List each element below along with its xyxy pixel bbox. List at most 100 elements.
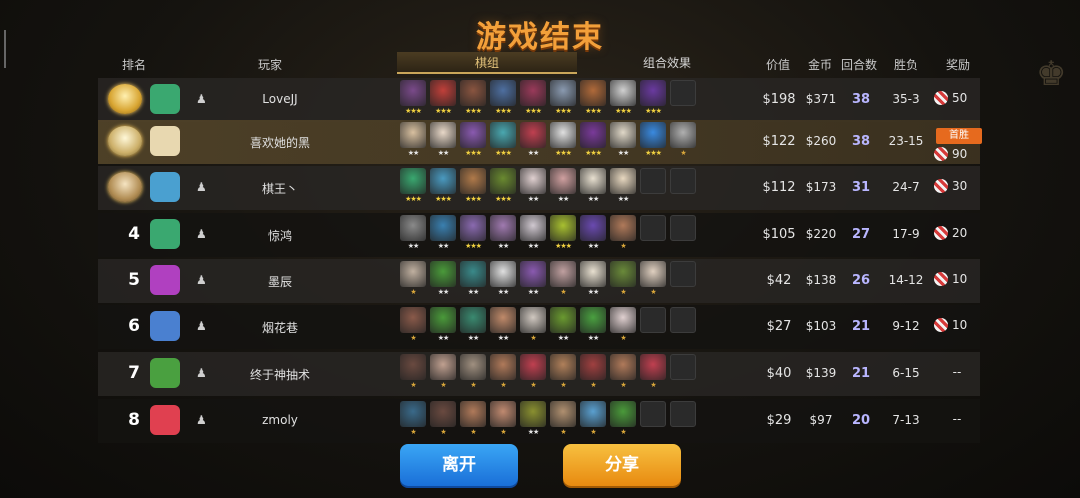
unit-icon[interactable]: ★ (640, 354, 666, 394)
tab-lineup[interactable]: 棋组 (397, 52, 577, 74)
unit-icon[interactable]: ★★★ (550, 122, 576, 162)
unit-icon[interactable]: ★★ (460, 307, 486, 347)
add-friend-icon[interactable]: ♟ (196, 413, 210, 427)
unit-icon[interactable]: ★★ (490, 261, 516, 301)
avatar[interactable] (150, 405, 180, 435)
unit-icon[interactable]: ★ (580, 401, 606, 441)
reward-amount: 90 (952, 147, 968, 161)
unit-icon[interactable]: ★★ (430, 122, 456, 162)
unit-icon[interactable]: ★★ (580, 168, 606, 208)
unit-icon[interactable]: ★ (550, 354, 576, 394)
avatar[interactable] (150, 265, 180, 295)
unit-icon[interactable]: ★★ (430, 215, 456, 255)
unit-icon[interactable]: ★★★ (400, 168, 426, 208)
empty-slot (640, 307, 666, 347)
unit-icon[interactable]: ★★ (400, 122, 426, 162)
unit-icon[interactable]: ★★ (610, 168, 636, 208)
unit-icon[interactable]: ★★★ (460, 80, 486, 120)
avatar[interactable] (150, 358, 180, 388)
unit-icon[interactable]: ★★★ (430, 80, 456, 120)
unit-icon[interactable]: ★ (610, 261, 636, 301)
avatar[interactable] (150, 219, 180, 249)
value-cell: $29 (766, 413, 792, 428)
leave-button[interactable]: 离开 (400, 444, 518, 486)
unit-icon[interactable]: ★ (430, 401, 456, 441)
unit-icon[interactable]: ★★★ (460, 122, 486, 162)
tab-synergy[interactable]: 组合效果 (577, 52, 757, 74)
unit-icon[interactable]: ★★ (610, 122, 636, 162)
add-friend-icon[interactable]: ♟ (196, 227, 210, 241)
unit-icon[interactable]: ★ (520, 354, 546, 394)
unit-icon[interactable]: ★ (550, 401, 576, 441)
share-button[interactable]: 分享 (563, 444, 681, 486)
unit-icon[interactable]: ★★★ (460, 168, 486, 208)
unit-icon[interactable]: ★★ (520, 215, 546, 255)
unit-icon[interactable]: ★★★ (640, 122, 666, 162)
unit-icon[interactable]: ★★ (430, 261, 456, 301)
unit-icon[interactable]: ★ (610, 401, 636, 441)
unit-icon[interactable]: ★★★ (550, 215, 576, 255)
unit-icon[interactable]: ★★ (490, 215, 516, 255)
star-rating: ★ (410, 334, 416, 342)
winloss-cell: 23-15 (888, 134, 924, 148)
unit-icon[interactable]: ★ (490, 401, 516, 441)
unit-icon[interactable]: ★★ (460, 261, 486, 301)
unit-icon[interactable]: ★★ (580, 307, 606, 347)
star-rating: ★ (440, 381, 446, 389)
unit-icon[interactable]: ★ (610, 354, 636, 394)
unit-icon[interactable]: ★ (430, 354, 456, 394)
add-friend-icon[interactable]: ♟ (196, 92, 210, 106)
star-rating: ★ (680, 149, 686, 157)
unit-icon[interactable]: ★ (400, 261, 426, 301)
star-rating: ★★★ (495, 107, 512, 115)
unit-icon[interactable]: ★★★ (610, 80, 636, 120)
gold-cell: $220 (805, 227, 837, 241)
avatar[interactable] (150, 311, 180, 341)
unit-icon[interactable]: ★ (610, 215, 636, 255)
unit-icon[interactable]: ★★★ (550, 80, 576, 120)
add-friend-icon[interactable]: ♟ (196, 366, 210, 380)
unit-icon[interactable]: ★★★ (490, 168, 516, 208)
unit-icon[interactable]: ★★★ (640, 80, 666, 120)
unit-icon[interactable]: ★ (400, 401, 426, 441)
unit-icon[interactable]: ★★ (580, 261, 606, 301)
unit-icon[interactable]: ★★★ (580, 80, 606, 120)
value-cell: $112 (762, 180, 796, 195)
add-friend-icon[interactable]: ♟ (196, 273, 210, 287)
unit-icon[interactable]: ★★★ (580, 122, 606, 162)
avatar[interactable] (150, 172, 180, 202)
unit-icon[interactable]: ★ (400, 354, 426, 394)
unit-icon[interactable]: ★★ (520, 168, 546, 208)
unit-icon[interactable]: ★★★ (520, 80, 546, 120)
unit-icon[interactable]: ★★★ (490, 80, 516, 120)
unit-icon[interactable]: ★ (670, 122, 696, 162)
add-friend-icon[interactable]: ♟ (196, 319, 210, 333)
unit-icon[interactable]: ★★★ (430, 168, 456, 208)
unit-icon[interactable]: ★ (490, 354, 516, 394)
unit-icon[interactable]: ★ (610, 307, 636, 347)
unit-icon[interactable]: ★ (550, 261, 576, 301)
star-rating: ★ (560, 428, 566, 436)
unit-icon[interactable]: ★★★ (460, 215, 486, 255)
unit-icon[interactable]: ★ (460, 401, 486, 441)
unit-icon[interactable]: ★★★ (490, 122, 516, 162)
unit-icon[interactable]: ★★ (520, 122, 546, 162)
unit-icon[interactable]: ★ (520, 307, 546, 347)
unit-icon[interactable]: ★★ (550, 168, 576, 208)
unit-icon[interactable]: ★★ (550, 307, 576, 347)
unit-icon[interactable]: ★★★ (400, 80, 426, 120)
unit-icon[interactable]: ★★ (520, 401, 546, 441)
unit-icon[interactable]: ★★ (580, 215, 606, 255)
unit-icon[interactable]: ★★ (400, 215, 426, 255)
unit-icon[interactable]: ★ (580, 354, 606, 394)
unit-icon[interactable]: ★ (640, 261, 666, 301)
unit-icon[interactable]: ★★ (490, 307, 516, 347)
add-friend-icon[interactable]: ♟ (196, 180, 210, 194)
unit-icon[interactable]: ★ (460, 354, 486, 394)
avatar[interactable] (150, 84, 180, 114)
unit-icon[interactable]: ★ (400, 307, 426, 347)
avatar[interactable] (150, 126, 180, 156)
unit-icon[interactable]: ★★ (430, 307, 456, 347)
unit-icon[interactable]: ★★ (520, 261, 546, 301)
star-rating: ★★ (527, 195, 540, 203)
